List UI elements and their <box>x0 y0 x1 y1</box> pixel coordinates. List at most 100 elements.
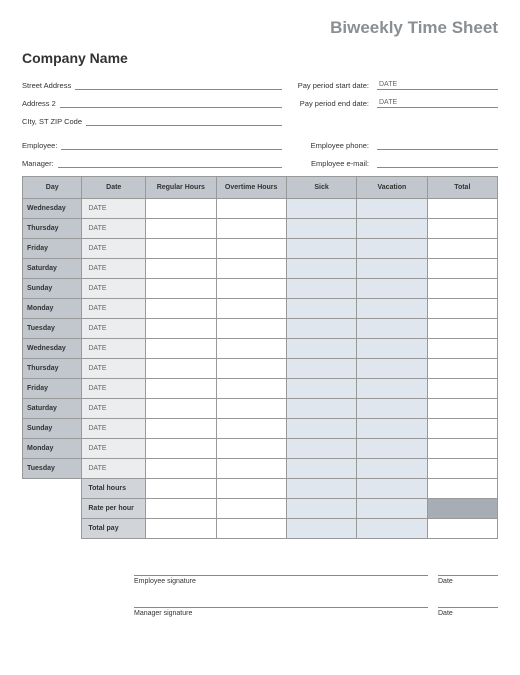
vacation-cell[interactable] <box>357 419 427 439</box>
overtime-cell[interactable] <box>216 199 286 219</box>
date-cell[interactable]: DATE <box>82 359 146 379</box>
sick-cell[interactable] <box>286 379 356 399</box>
sick-cell[interactable] <box>286 459 356 479</box>
address2-input[interactable] <box>60 96 282 108</box>
regular-cell[interactable] <box>146 359 216 379</box>
city-st-zip-input[interactable] <box>86 114 282 126</box>
total-cell[interactable] <box>427 379 497 399</box>
regular-cell[interactable] <box>146 419 216 439</box>
overtime-cell[interactable] <box>216 379 286 399</box>
sick-cell[interactable] <box>286 279 356 299</box>
date-cell[interactable]: DATE <box>82 399 146 419</box>
total-regular[interactable] <box>146 479 216 499</box>
total-cell[interactable] <box>427 359 497 379</box>
total-cell[interactable] <box>427 319 497 339</box>
overtime-cell[interactable] <box>216 419 286 439</box>
vacation-cell[interactable] <box>357 379 427 399</box>
regular-cell[interactable] <box>146 379 216 399</box>
regular-cell[interactable] <box>146 459 216 479</box>
sick-cell[interactable] <box>286 439 356 459</box>
vacation-cell[interactable] <box>357 359 427 379</box>
pay-total[interactable] <box>427 519 497 539</box>
regular-cell[interactable] <box>146 259 216 279</box>
regular-cell[interactable] <box>146 319 216 339</box>
regular-cell[interactable] <box>146 439 216 459</box>
date-cell[interactable]: DATE <box>82 239 146 259</box>
total-cell[interactable] <box>427 199 497 219</box>
overtime-cell[interactable] <box>216 279 286 299</box>
manager-input[interactable] <box>58 156 282 168</box>
total-sick[interactable] <box>286 479 356 499</box>
employee-phone-input[interactable] <box>377 138 498 150</box>
date-cell[interactable]: DATE <box>82 379 146 399</box>
vacation-cell[interactable] <box>357 199 427 219</box>
sick-cell[interactable] <box>286 299 356 319</box>
total-cell[interactable] <box>427 299 497 319</box>
date-cell[interactable]: DATE <box>82 279 146 299</box>
total-total[interactable] <box>427 479 497 499</box>
overtime-cell[interactable] <box>216 399 286 419</box>
sick-cell[interactable] <box>286 239 356 259</box>
sick-cell[interactable] <box>286 199 356 219</box>
date-cell[interactable]: DATE <box>82 319 146 339</box>
vacation-cell[interactable] <box>357 439 427 459</box>
regular-cell[interactable] <box>146 299 216 319</box>
vacation-cell[interactable] <box>357 299 427 319</box>
rate-vacation[interactable] <box>357 499 427 519</box>
vacation-cell[interactable] <box>357 459 427 479</box>
date-cell[interactable]: DATE <box>82 419 146 439</box>
date-cell[interactable]: DATE <box>82 439 146 459</box>
total-vacation[interactable] <box>357 479 427 499</box>
pay-overtime[interactable] <box>216 519 286 539</box>
date-cell[interactable]: DATE <box>82 199 146 219</box>
rate-sick[interactable] <box>286 499 356 519</box>
overtime-cell[interactable] <box>216 439 286 459</box>
date-cell[interactable]: DATE <box>82 219 146 239</box>
overtime-cell[interactable] <box>216 459 286 479</box>
regular-cell[interactable] <box>146 279 216 299</box>
employee-input[interactable] <box>61 138 282 150</box>
overtime-cell[interactable] <box>216 259 286 279</box>
overtime-cell[interactable] <box>216 359 286 379</box>
regular-cell[interactable] <box>146 199 216 219</box>
sick-cell[interactable] <box>286 219 356 239</box>
vacation-cell[interactable] <box>357 219 427 239</box>
vacation-cell[interactable] <box>357 259 427 279</box>
total-cell[interactable] <box>427 339 497 359</box>
sick-cell[interactable] <box>286 419 356 439</box>
total-cell[interactable] <box>427 219 497 239</box>
rate-overtime[interactable] <box>216 499 286 519</box>
pay-end-input[interactable]: DATE <box>377 96 498 108</box>
regular-cell[interactable] <box>146 219 216 239</box>
sick-cell[interactable] <box>286 399 356 419</box>
date-cell[interactable]: DATE <box>82 259 146 279</box>
vacation-cell[interactable] <box>357 279 427 299</box>
total-cell[interactable] <box>427 239 497 259</box>
pay-vacation[interactable] <box>357 519 427 539</box>
regular-cell[interactable] <box>146 399 216 419</box>
sick-cell[interactable] <box>286 259 356 279</box>
vacation-cell[interactable] <box>357 239 427 259</box>
total-cell[interactable] <box>427 279 497 299</box>
sick-cell[interactable] <box>286 319 356 339</box>
pay-regular[interactable] <box>146 519 216 539</box>
pay-sick[interactable] <box>286 519 356 539</box>
vacation-cell[interactable] <box>357 399 427 419</box>
total-overtime[interactable] <box>216 479 286 499</box>
overtime-cell[interactable] <box>216 339 286 359</box>
rate-regular[interactable] <box>146 499 216 519</box>
sick-cell[interactable] <box>286 359 356 379</box>
total-cell[interactable] <box>427 459 497 479</box>
regular-cell[interactable] <box>146 339 216 359</box>
sick-cell[interactable] <box>286 339 356 359</box>
date-cell[interactable]: DATE <box>82 459 146 479</box>
vacation-cell[interactable] <box>357 339 427 359</box>
overtime-cell[interactable] <box>216 299 286 319</box>
pay-start-input[interactable]: DATE <box>377 78 498 90</box>
street-input[interactable] <box>75 78 282 90</box>
total-cell[interactable] <box>427 259 497 279</box>
total-cell[interactable] <box>427 399 497 419</box>
total-cell[interactable] <box>427 419 497 439</box>
date-cell[interactable]: DATE <box>82 299 146 319</box>
date-cell[interactable]: DATE <box>82 339 146 359</box>
